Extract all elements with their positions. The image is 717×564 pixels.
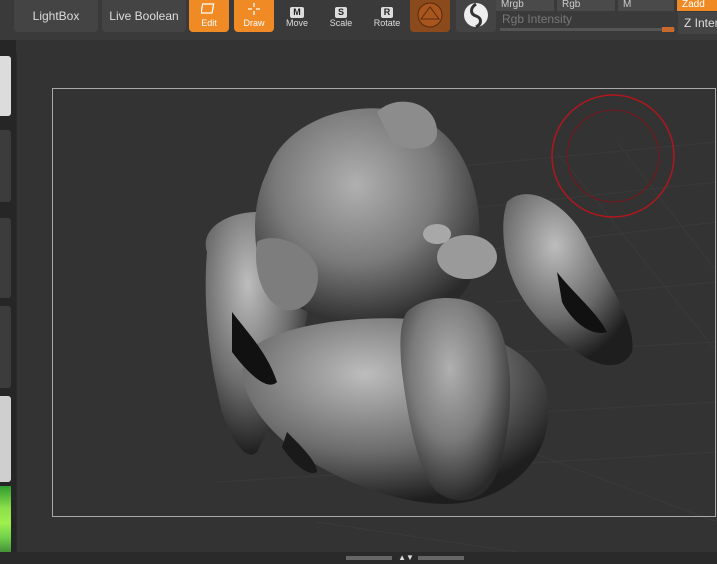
edit-label: Edit <box>201 18 217 28</box>
zadd-label: Zadd <box>682 0 705 10</box>
z-intensity-label: Z Inter <box>684 16 717 30</box>
silhouette-material-icon <box>464 2 488 29</box>
top-toolbar: LightBox Live Boolean Edit Draw M Move S… <box>0 0 717 40</box>
move-key-icon: M <box>290 7 304 18</box>
m-label: M <box>623 0 632 10</box>
material-button[interactable] <box>410 0 450 32</box>
move-label: Move <box>285 18 308 28</box>
bottom-tray-toggle-icon[interactable]: ▲▼ <box>396 553 416 562</box>
rgb-intensity-knob[interactable] <box>662 27 674 32</box>
scale-button[interactable]: S Scale <box>321 0 361 32</box>
texture-button[interactable] <box>456 0 496 32</box>
rgb-intensity-label: Rgb Intensity <box>502 12 573 26</box>
rgb-label: Rgb <box>562 0 581 10</box>
alpha-thumbnail[interactable] <box>0 218 11 298</box>
rotate-label: Rotate <box>373 18 401 28</box>
bottom-tray-handle-right[interactable] <box>418 556 464 560</box>
color-picker[interactable] <box>0 486 11 560</box>
edit-icon <box>201 3 215 14</box>
live-boolean-button[interactable]: Live Boolean <box>102 0 186 32</box>
live-boolean-label: Live Boolean <box>109 9 179 23</box>
mrgb-label: Mrgb <box>501 0 524 10</box>
draw-button[interactable]: Draw <box>234 0 274 32</box>
draw-icon <box>248 3 260 15</box>
edit-button[interactable]: Edit <box>189 0 229 32</box>
rgb-button[interactable]: Rgb <box>557 0 615 11</box>
lightbox-label: LightBox <box>32 9 80 23</box>
zadd-button[interactable]: Zadd <box>677 0 717 11</box>
material-thumbnail[interactable] <box>0 396 11 482</box>
mrgb-button[interactable]: Mrgb <box>496 0 554 11</box>
z-intensity-slider[interactable]: Z Inter <box>678 12 717 34</box>
sphere-material-icon <box>417 2 443 28</box>
move-button[interactable]: M Move <box>277 0 317 32</box>
m-button[interactable]: M <box>618 0 674 11</box>
rgb-intensity-track[interactable] <box>500 28 675 31</box>
bottom-tray-handle-left[interactable] <box>346 556 392 560</box>
scale-key-icon: S <box>334 7 347 18</box>
toolbar-divider-strip <box>0 40 717 52</box>
stroke-thumbnail[interactable] <box>0 130 11 202</box>
rotate-key-icon: R <box>380 7 394 18</box>
document-frame <box>52 88 716 517</box>
rotate-button[interactable]: R Rotate <box>367 0 407 32</box>
texture-thumbnail[interactable] <box>0 306 11 388</box>
lightbox-button[interactable]: LightBox <box>14 0 98 32</box>
scale-label: Scale <box>329 18 353 28</box>
draw-label: Draw <box>243 18 265 28</box>
brush-thumbnail[interactable] <box>0 56 11 116</box>
